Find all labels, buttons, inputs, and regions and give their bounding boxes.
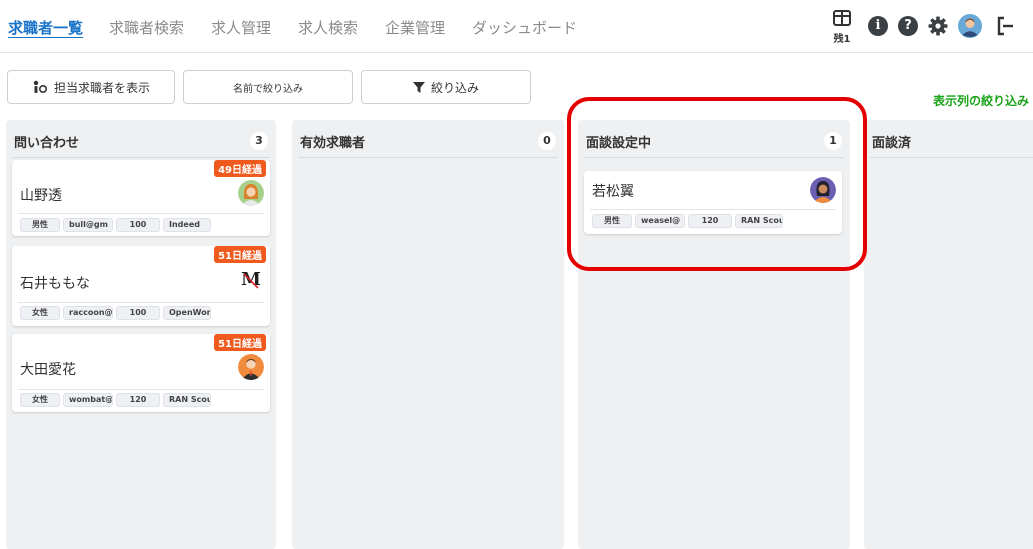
gender-tag: 男性 xyxy=(592,214,632,228)
m-logo-accent-icon xyxy=(243,273,259,289)
column-count: 3 xyxy=(250,132,268,150)
woman-purple-avatar-icon xyxy=(810,177,836,203)
candidate-name: 山野透 xyxy=(20,188,62,204)
candidate-name: 若松翼 xyxy=(592,184,634,200)
nav-dashboard[interactable]: ダッシュボード xyxy=(472,17,577,38)
help-button[interactable]: ? xyxy=(896,10,920,42)
show-assigned-label: 担当求職者を表示 xyxy=(53,80,150,95)
email-tag: weasel@ xyxy=(635,214,685,228)
name-filter-placeholder: 名前で絞り込み xyxy=(233,83,303,95)
column-title: 面談済 xyxy=(872,135,912,151)
column-interview-scheduling: 面談設定中 1 若松翼 男性 weasel@ 120 RAN Scou xyxy=(578,120,850,549)
gender-tag: 女性 xyxy=(20,306,60,320)
column-divider xyxy=(12,157,270,158)
m-logo-avatar: M xyxy=(238,268,264,294)
candidate-tags: 女性 raccoon@ 100 OpenWor xyxy=(20,306,211,320)
column-title: 面談設定中 xyxy=(586,135,652,151)
nav-company-management[interactable]: 企業管理 xyxy=(385,17,445,38)
man-orange-avatar-icon xyxy=(238,354,264,380)
candidate-tags: 男性 bull@gm 100 Indeed xyxy=(20,218,211,232)
nav-job-search[interactable]: 求人検索 xyxy=(298,17,358,38)
assigned-person-icon xyxy=(33,80,47,94)
email-tag: wombat@ xyxy=(63,393,113,407)
gear-icon xyxy=(928,16,948,36)
user-avatar-button[interactable] xyxy=(956,10,984,42)
gender-tag: 女性 xyxy=(20,393,60,407)
logout-button[interactable] xyxy=(994,10,1014,42)
panel-layout-button[interactable]: 残1 xyxy=(828,10,856,45)
nav-job-management[interactable]: 求人管理 xyxy=(211,17,271,38)
source-tag: OpenWor xyxy=(163,306,211,320)
score-tag: 100 xyxy=(116,218,160,232)
card-divider xyxy=(18,389,264,390)
column-header: 面談設定中 1 xyxy=(586,130,842,152)
nav-icon-group: 残1 i ? xyxy=(828,10,1033,45)
elapsed-days-badge: 49日経過 xyxy=(214,160,266,177)
source-tag: Indeed xyxy=(163,218,211,232)
source-tag: RAN Scou xyxy=(163,393,211,407)
candidate-card[interactable]: 51日経過 大田愛花 女性 wombat@ 120 RAN Scou xyxy=(12,334,270,412)
name-filter-input[interactable]: 名前で絞り込み xyxy=(183,70,353,104)
candidate-tags: 女性 wombat@ 120 RAN Scou xyxy=(20,393,211,407)
email-tag: raccoon@ xyxy=(63,306,113,320)
column-active-candidates: 有効求職者 0 xyxy=(292,120,564,549)
gender-tag: 男性 xyxy=(20,218,60,232)
score-tag: 120 xyxy=(688,214,732,228)
remaining-count: 残1 xyxy=(833,34,851,45)
settings-button[interactable] xyxy=(926,10,950,42)
score-tag: 100 xyxy=(116,306,160,320)
card-divider xyxy=(18,213,264,214)
column-filter-link[interactable]: 表示列の絞り込み xyxy=(933,92,1029,109)
panel-layout-icon xyxy=(833,10,851,26)
user-avatar-icon xyxy=(958,14,982,38)
column-divider xyxy=(870,157,1033,158)
candidate-name: 大田愛花 xyxy=(20,362,76,378)
column-count: 1 xyxy=(824,132,842,150)
nav-candidate-search[interactable]: 求職者検索 xyxy=(109,17,184,38)
column-divider xyxy=(298,157,558,158)
logout-icon xyxy=(997,16,1013,36)
candidate-card[interactable]: 51日経過 石井ももな M 女性 raccoon@ 100 OpenWor xyxy=(12,246,270,326)
nav-candidate-list[interactable]: 求職者一覧 xyxy=(8,17,83,38)
column-interviewed: 面談済 xyxy=(864,120,1033,549)
info-button[interactable]: i xyxy=(866,10,890,42)
card-divider xyxy=(590,209,836,210)
column-title: 有効求職者 xyxy=(300,135,366,151)
filter-label: 絞り込み xyxy=(430,80,479,95)
score-tag: 120 xyxy=(116,393,160,407)
column-title: 問い合わせ xyxy=(14,135,80,151)
elapsed-days-badge: 51日経過 xyxy=(214,334,266,351)
source-tag: RAN Scou xyxy=(735,214,783,228)
help-icon: ? xyxy=(898,16,918,36)
column-inquiry: 問い合わせ 3 49日経過 山野透 男性 bull@gm 100 Indeed … xyxy=(6,120,276,549)
candidate-name: 石井ももな xyxy=(20,276,90,292)
filter-button[interactable]: 絞り込み xyxy=(361,70,531,104)
woman-avatar-icon xyxy=(238,180,264,206)
candidate-tags: 男性 weasel@ 120 RAN Scou xyxy=(592,214,783,228)
column-header: 有効求職者 0 xyxy=(300,130,556,152)
show-assigned-button[interactable]: 担当求職者を表示 xyxy=(7,70,175,104)
column-header: 面談済 xyxy=(872,130,1033,152)
elapsed-days-badge: 51日経過 xyxy=(214,246,266,263)
info-icon: i xyxy=(868,16,888,36)
column-divider xyxy=(584,157,844,158)
filter-funnel-icon xyxy=(412,81,425,93)
top-nav: 求職者一覧 求職者検索 求人管理 求人検索 企業管理 ダッシュボード 残1 i … xyxy=(0,0,1033,53)
candidate-card[interactable]: 若松翼 男性 weasel@ 120 RAN Scou xyxy=(584,171,842,234)
card-divider xyxy=(18,302,264,303)
column-count: 0 xyxy=(538,132,556,150)
column-header: 問い合わせ 3 xyxy=(14,130,268,152)
email-tag: bull@gm xyxy=(63,218,113,232)
candidate-card[interactable]: 49日経過 山野透 男性 bull@gm 100 Indeed xyxy=(12,160,270,236)
